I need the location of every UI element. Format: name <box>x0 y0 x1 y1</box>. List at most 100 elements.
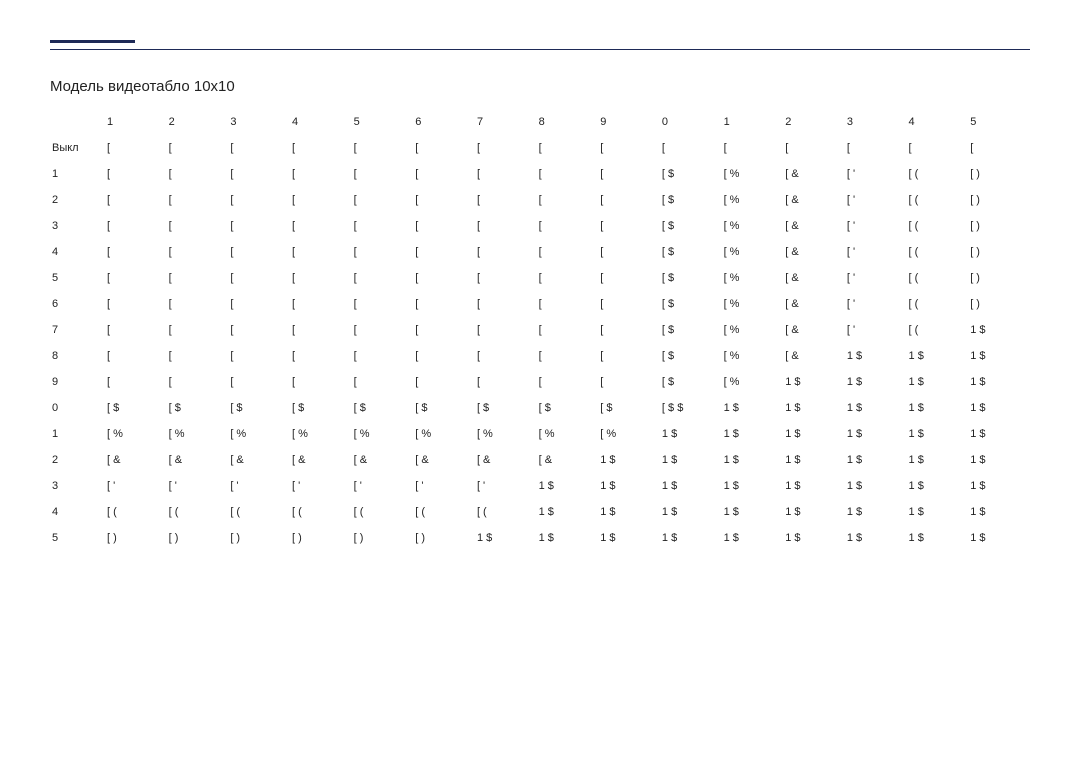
cell: 1 $ <box>968 395 1030 421</box>
row-header: 6 <box>50 291 105 317</box>
cell: [ % <box>722 213 784 239</box>
cell: [ $ <box>228 395 290 421</box>
cell: [ <box>475 343 537 369</box>
cell: 1 $ <box>783 447 845 473</box>
cell: 1 $ <box>537 473 599 499</box>
cell: [ % <box>537 421 599 447</box>
cell: 1 $ <box>968 317 1030 343</box>
cell: [ ( <box>167 499 229 525</box>
cell: [ $ <box>413 395 475 421</box>
cell: [ % <box>722 343 784 369</box>
cell: 1 $ <box>907 525 969 551</box>
cell: [ <box>228 265 290 291</box>
cell: [ ' <box>845 265 907 291</box>
cell: [ <box>537 135 599 161</box>
cell: [ <box>167 161 229 187</box>
cell: 1 $ <box>722 395 784 421</box>
cell: [ % <box>228 421 290 447</box>
cell: [ <box>290 265 352 291</box>
cell: [ & <box>290 447 352 473</box>
cell: [ ) <box>968 213 1030 239</box>
cell: [ <box>598 213 660 239</box>
cell: [ & <box>783 161 845 187</box>
cell: [ <box>413 343 475 369</box>
cell: [ & <box>783 213 845 239</box>
cell: [ <box>413 239 475 265</box>
cell: [ ) <box>968 291 1030 317</box>
cell: [ <box>475 317 537 343</box>
cell: [ <box>290 369 352 395</box>
col-header: 4 <box>290 109 352 135</box>
cell: [ <box>228 161 290 187</box>
cell: [ & <box>413 447 475 473</box>
cell: 1 $ <box>783 473 845 499</box>
cell: [ <box>228 187 290 213</box>
cell: 1 $ <box>845 499 907 525</box>
col-header: 6 <box>413 109 475 135</box>
col-header: 3 <box>845 109 907 135</box>
cell: [ <box>167 213 229 239</box>
cell: [ <box>598 239 660 265</box>
cell: [ ' <box>845 291 907 317</box>
reference-table: 123456789012345 Выкл[[[[[[[[[[[[[[[1[[[[… <box>50 109 1030 551</box>
cell: [ <box>413 135 475 161</box>
cell: [ ' <box>845 187 907 213</box>
cell: [ <box>352 265 414 291</box>
cell: [ ) <box>290 525 352 551</box>
cell: [ <box>968 135 1030 161</box>
cell: 1 $ <box>907 447 969 473</box>
cell: 1 $ <box>660 473 722 499</box>
cell: [ % <box>167 421 229 447</box>
cell: 1 $ <box>660 447 722 473</box>
cell: [ <box>598 369 660 395</box>
cell: [ % <box>722 187 784 213</box>
accent-rule <box>50 40 135 43</box>
cell: [ <box>290 135 352 161</box>
cell: 1 $ <box>598 473 660 499</box>
cell: [ $ <box>475 395 537 421</box>
cell: 1 $ <box>537 525 599 551</box>
cell: [ $ <box>598 395 660 421</box>
cell: [ <box>413 369 475 395</box>
cell: [ <box>475 291 537 317</box>
cell: 1 $ <box>907 421 969 447</box>
cell: [ <box>228 239 290 265</box>
cell: [ <box>352 317 414 343</box>
cell: 1 $ <box>968 499 1030 525</box>
col-header: 5 <box>352 109 414 135</box>
cell: 1 $ <box>722 525 784 551</box>
cell: [ <box>660 135 722 161</box>
table-row: 5[ )[ )[ )[ )[ )[ )1 $1 $1 $1 $1 $1 $1 $… <box>50 525 1030 551</box>
col-header: 4 <box>907 109 969 135</box>
col-header: 1 <box>105 109 167 135</box>
cell: 1 $ <box>845 447 907 473</box>
cell: [ $ <box>660 317 722 343</box>
cell: [ & <box>228 447 290 473</box>
cell: [ & <box>783 239 845 265</box>
col-header: 2 <box>783 109 845 135</box>
cell: 1 $ <box>783 525 845 551</box>
cell: 1 $ <box>783 499 845 525</box>
cell: [ <box>228 343 290 369</box>
cell: [ <box>290 213 352 239</box>
cell: [ <box>598 317 660 343</box>
row-header: 3 <box>50 473 105 499</box>
row-header: 4 <box>50 499 105 525</box>
cell: [ <box>845 135 907 161</box>
cell: [ ' <box>413 473 475 499</box>
cell: 1 $ <box>845 525 907 551</box>
cell: [ ) <box>968 161 1030 187</box>
cell: [ <box>475 135 537 161</box>
cell: [ ' <box>352 473 414 499</box>
cell: [ <box>167 135 229 161</box>
cell: 1 $ <box>907 369 969 395</box>
col-header: 5 <box>968 109 1030 135</box>
cell: [ <box>290 317 352 343</box>
col-header: 8 <box>537 109 599 135</box>
cell: [ ) <box>105 525 167 551</box>
cell: [ <box>413 291 475 317</box>
cell: [ ' <box>105 473 167 499</box>
cell: 1 $ <box>845 473 907 499</box>
cell: [ <box>413 265 475 291</box>
cell: [ <box>783 135 845 161</box>
